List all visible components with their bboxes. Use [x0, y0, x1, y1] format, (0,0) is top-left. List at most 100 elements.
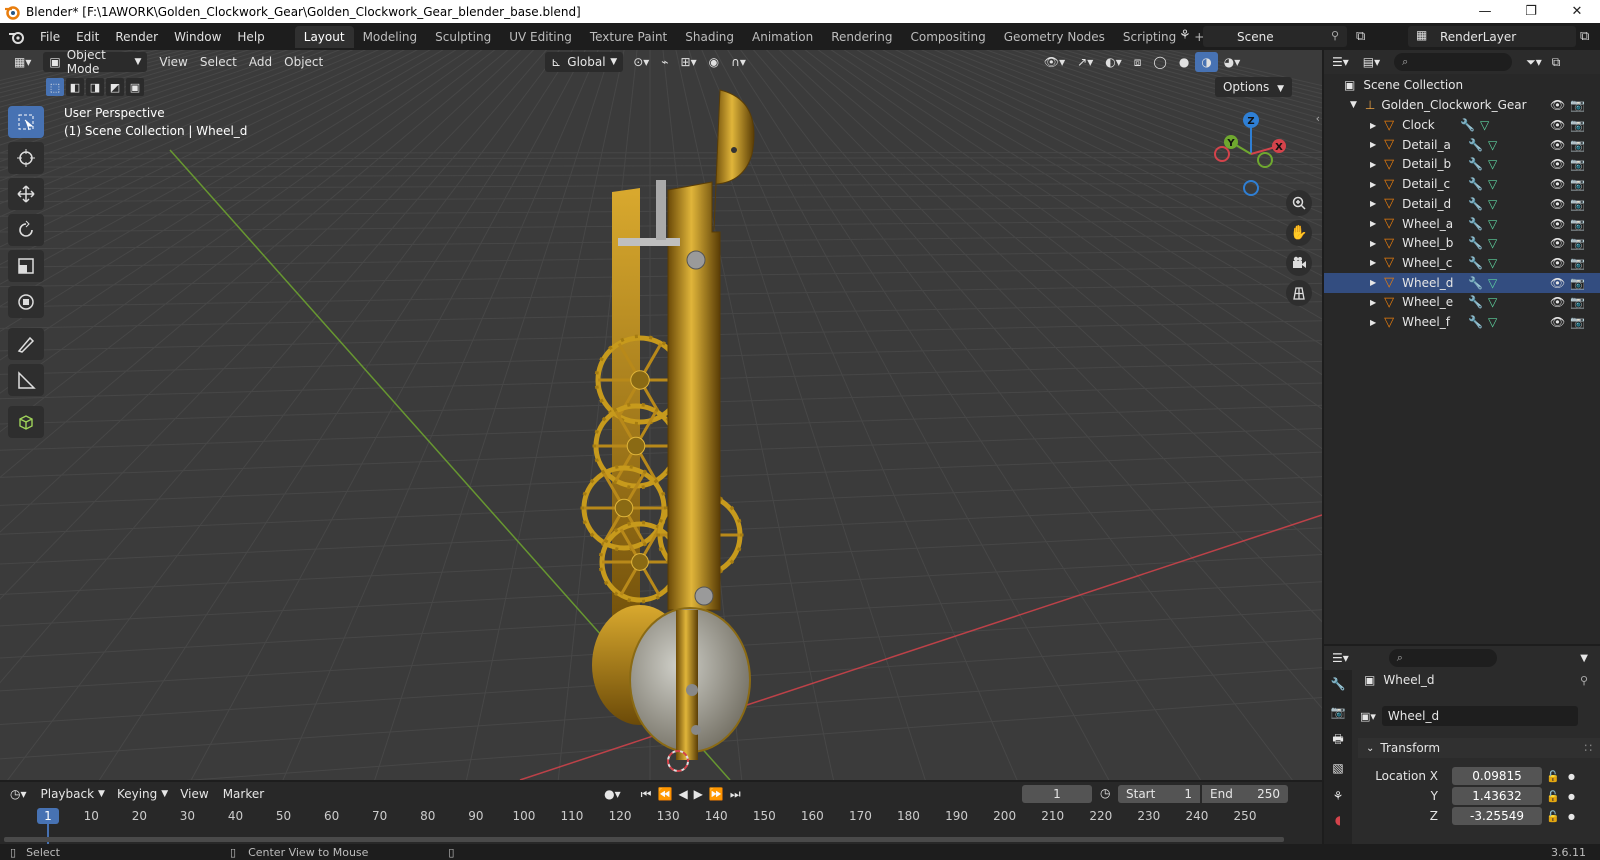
expand-arrow-icon[interactable]: ▶	[1370, 219, 1376, 228]
camera-icon[interactable]: 📷	[1570, 138, 1585, 152]
eye-icon[interactable]: 👁	[1550, 295, 1565, 309]
eye-icon[interactable]: 👁	[1550, 98, 1565, 112]
object-browse-icon[interactable]: ▣▾	[1360, 710, 1376, 723]
expand-arrow-icon[interactable]: ▶	[1370, 121, 1376, 130]
eye-icon[interactable]: 👁	[1550, 236, 1565, 250]
drag-handle-icon[interactable]: ∷	[1584, 741, 1592, 755]
select-new-icon[interactable]: ⬚	[46, 78, 64, 96]
keyframe-dot-icon[interactable]: ●	[1568, 772, 1575, 781]
expand-arrow-icon[interactable]: ▶	[1370, 298, 1376, 307]
menu-render[interactable]: Render	[107, 30, 166, 44]
camera-icon[interactable]: 📷	[1570, 177, 1585, 191]
camera-icon[interactable]: 📷	[1570, 295, 1585, 309]
mesh-data-icon[interactable]: ▽	[1480, 118, 1489, 132]
jump-end-icon[interactable]: ⏭	[730, 787, 741, 802]
camera-icon[interactable]: 📷	[1570, 217, 1585, 231]
chevron-down-icon[interactable]: ▼	[1580, 653, 1588, 664]
play-reverse-icon[interactable]: ◀	[678, 787, 687, 801]
jump-start-icon[interactable]: ⏮	[641, 787, 652, 802]
mesh-data-icon[interactable]: ▽	[1488, 315, 1497, 329]
outliner-collection[interactable]: ▼ ⊥ Golden_Clockwork_Gear 👁 📷	[1324, 95, 1600, 115]
eye-icon[interactable]: 👁	[1550, 118, 1565, 132]
outliner-item-detail-a[interactable]: ▶ ▽ Detail_a 🔧 ▽ 👁 📷	[1324, 135, 1600, 155]
timeline-editor-type-icon[interactable]: ◷▾	[10, 787, 27, 801]
end-frame-field[interactable]: End 250	[1202, 785, 1288, 803]
minimize-icon[interactable]: —	[1462, 0, 1508, 23]
preview-range-icon[interactable]: ◷	[1100, 786, 1110, 800]
outliner-item-wheel-e[interactable]: ▶ ▽ Wheel_e 🔧 ▽ 👁 📷	[1324, 292, 1600, 312]
blender-menu-icon[interactable]	[6, 27, 28, 47]
properties-editor-type-icon[interactable]: ☰▾	[1332, 651, 1349, 665]
sidebar-toggle-icon[interactable]: ‹	[1316, 112, 1320, 125]
tab-compositing[interactable]: Compositing	[901, 26, 994, 48]
mesh-data-icon[interactable]: ▽	[1488, 256, 1497, 270]
expand-arrow-icon[interactable]: ▶	[1370, 140, 1376, 149]
object-name-field[interactable]: Wheel_d	[1381, 706, 1578, 726]
gizmo-neg-z-icon[interactable]	[1243, 180, 1259, 196]
outliner-item-detail-d[interactable]: ▶ ▽ Detail_d 🔧 ▽ 👁 📷	[1324, 194, 1600, 214]
wireframe-shading-icon[interactable]: ◯	[1147, 52, 1172, 72]
outliner-item-wheel-b[interactable]: ▶ ▽ Wheel_b 🔧 ▽ 👁 📷	[1324, 233, 1600, 253]
eye-icon[interactable]: 👁	[1550, 256, 1565, 270]
outliner-scene-collection[interactable]: ▣ Scene Collection	[1324, 75, 1600, 95]
location-y-field[interactable]: 1.43632	[1452, 787, 1542, 805]
rendered-shading-icon[interactable]: ◕▾	[1218, 52, 1247, 72]
modifier-wrench-icon[interactable]: 🔧	[1468, 276, 1483, 290]
scene-selector[interactable]: ⚘ Scene ⚲	[1179, 26, 1347, 47]
perspective-toggle-icon[interactable]	[1286, 280, 1312, 306]
outliner-editor-type-icon[interactable]: ☰▾	[1332, 55, 1349, 69]
mode-dropdown[interactable]: ▣ Object Mode ▼	[43, 50, 148, 76]
gizmo-neg-x-icon[interactable]	[1214, 146, 1230, 162]
menu-view[interactable]: View	[153, 52, 193, 72]
modifier-wrench-icon[interactable]: 🔧	[1468, 177, 1483, 191]
close-icon[interactable]: ✕	[1554, 0, 1600, 23]
menu-object[interactable]: Object	[278, 52, 329, 72]
modifier-wrench-icon[interactable]: 🔧	[1468, 256, 1483, 270]
jump-keyframe-forward-icon[interactable]: ⏩	[709, 787, 724, 801]
mesh-data-icon[interactable]: ▽	[1488, 217, 1497, 231]
expand-arrow-icon[interactable]: ▶	[1370, 318, 1376, 327]
outliner-item-detail-c[interactable]: ▶ ▽ Detail_c 🔧 ▽ 👁 📷	[1324, 174, 1600, 194]
pivot-icon[interactable]: ⊙▾	[627, 52, 655, 72]
expand-arrow-icon[interactable]: ▶	[1370, 239, 1376, 248]
eye-icon[interactable]: 👁	[1550, 138, 1565, 152]
select-subtract-icon[interactable]: ◨	[86, 78, 104, 96]
tab-animation[interactable]: Animation	[743, 26, 822, 48]
transform-tool[interactable]	[8, 286, 44, 318]
camera-icon[interactable]: 📷	[1570, 256, 1585, 270]
new-layer-icon[interactable]: ⧉	[1580, 29, 1589, 44]
modifier-wrench-icon[interactable]: 🔧	[1468, 217, 1483, 231]
tab-sculpting[interactable]: Sculpting	[426, 26, 500, 48]
camera-icon[interactable]: 📷	[1570, 98, 1585, 112]
modifier-wrench-icon[interactable]: 🔧	[1468, 295, 1483, 309]
keyframe-dot-icon[interactable]: ●	[1568, 812, 1575, 821]
outliner-item-detail-b[interactable]: ▶ ▽ Detail_b 🔧 ▽ 👁 📷	[1324, 154, 1600, 174]
visibility-icon[interactable]: 👁▾	[1038, 52, 1071, 72]
snap-icon[interactable]: ⌁	[655, 52, 674, 72]
eye-icon[interactable]: 👁	[1550, 177, 1565, 191]
pin-icon[interactable]: ⚲	[1580, 674, 1588, 687]
snap-target-icon[interactable]: ⊞▾	[675, 52, 703, 72]
restore-icon[interactable]: ❐	[1508, 0, 1554, 23]
rotate-tool[interactable]	[8, 214, 44, 246]
expand-arrow-icon[interactable]: ▶	[1370, 160, 1376, 169]
mesh-data-icon[interactable]: ▽	[1488, 236, 1497, 250]
tab-texture-paint[interactable]: Texture Paint	[581, 26, 676, 48]
tab-layout[interactable]: Layout	[294, 25, 354, 48]
select-intersect-icon[interactable]: ▣	[126, 78, 144, 96]
output-tab-icon[interactable]: 🖶	[1324, 726, 1352, 754]
eye-icon[interactable]: 👁	[1550, 276, 1565, 290]
play-icon[interactable]: ▶	[694, 787, 703, 801]
display-mode-icon[interactable]: ▤▾	[1363, 55, 1380, 69]
transform-orientation-dropdown[interactable]: ⊾ Global ▼	[545, 52, 624, 72]
navigation-gizmo[interactable]: Z X Y	[1205, 108, 1297, 200]
tab-rendering[interactable]: Rendering	[822, 26, 901, 48]
lock-icon[interactable]: 🔓	[1546, 790, 1560, 803]
scene-icon[interactable]: ⚘	[1179, 28, 1191, 43]
filter-icon[interactable]: ⏷▾	[1526, 55, 1542, 70]
select-box-tool[interactable]	[8, 106, 44, 138]
gizmo-toggle-icon[interactable]: ↗▾	[1071, 52, 1099, 72]
modifier-wrench-icon[interactable]: 🔧	[1468, 236, 1483, 250]
transform-panel-header[interactable]: ⌄ Transform ∷	[1358, 738, 1600, 758]
modifier-wrench-icon[interactable]: 🔧	[1468, 157, 1483, 171]
